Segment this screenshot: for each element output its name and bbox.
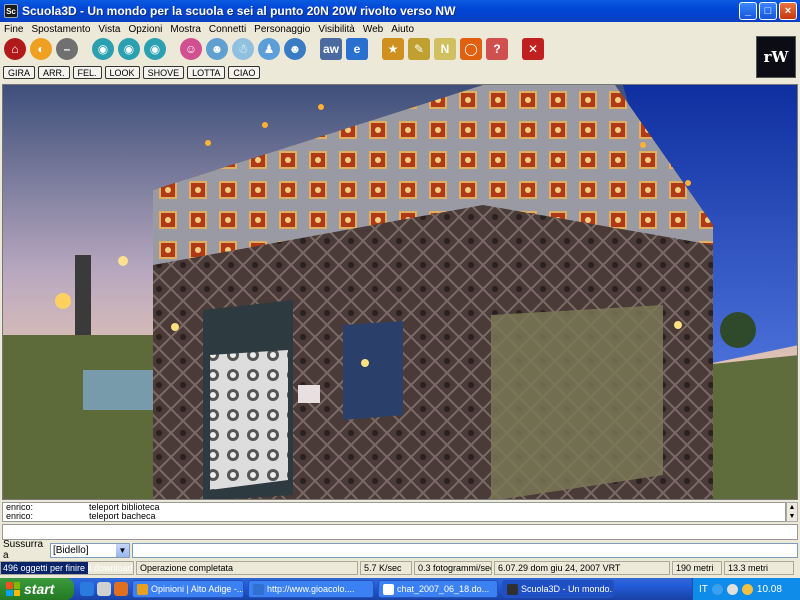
start-button[interactable]: start [0, 578, 74, 600]
download-progress: 496 oggetti per finire il download [0, 561, 134, 575]
document-icon [383, 583, 394, 595]
security-icon[interactable] [741, 583, 753, 595]
toolbar: ⌂ ◐ – ◉ ◉ ◉ ☺ ☻ ☃ ♟ ☻ aw e ★ ✎ N ◯? ✕ [0, 36, 800, 62]
avatar-icon[interactable]: ☻ [206, 38, 228, 60]
status-altitude: 13.3 metri [724, 561, 794, 575]
system-tray: IT 10.08 [692, 578, 800, 600]
status-distance: 190 metri [672, 561, 722, 575]
minimize-button[interactable]: _ [739, 2, 757, 20]
whisper-label: Sussurra a [3, 539, 44, 561]
chevron-down-icon[interactable]: ▼ [116, 543, 129, 557]
chat-scrollbar[interactable]: ▲ ▼ [786, 502, 798, 522]
help-icon[interactable]: ? [486, 38, 508, 60]
task-label: http://www.gioacolo.... [267, 584, 355, 594]
task-opinioni[interactable]: Opinioni | Alto Adige -... [132, 580, 244, 598]
window-title: Scuola3D - Un mondo per la scuola e sei … [22, 4, 456, 18]
group-icon[interactable]: ☻ [284, 38, 306, 60]
task-label: Scuola3D - Un mondo... [521, 584, 614, 594]
book-icon[interactable]: N [434, 38, 456, 60]
whisper-target-value: [Bidello] [53, 544, 89, 556]
app-icon[interactable]: Sc [4, 4, 18, 18]
3d-scene-render [3, 85, 797, 499]
title-bar[interactable]: Sc Scuola3D - Un mondo per la scuola e s… [0, 0, 800, 22]
telescope-icon[interactable]: ★ [382, 38, 404, 60]
maximize-button[interactable]: □ [759, 2, 777, 20]
windows-logo-icon [6, 582, 20, 596]
menu-item-fine[interactable]: Fine [4, 24, 23, 35]
task-label: chat_2007_06_18.do... [397, 584, 490, 594]
ciao-button[interactable]: CIAO [228, 66, 261, 79]
menu-item-mostra[interactable]: Mostra [170, 24, 201, 35]
chat-input[interactable] [2, 524, 798, 540]
pawn-icon[interactable]: ♟ [258, 38, 280, 60]
notes-icon[interactable]: ✎ [408, 38, 430, 60]
task-chat-doc[interactable]: chat_2007_06_18.do... [378, 580, 498, 598]
status-speed: 5.7 K/sec [360, 561, 412, 575]
taskbar: start Opinioni | Alto Adige -... http://… [0, 578, 800, 600]
globe-icon[interactable]: e [346, 38, 368, 60]
chat-log[interactable]: enrico: teleport biblioteca enrico: tele… [2, 502, 786, 522]
menu-item-visibilita[interactable]: Visibilità [318, 24, 355, 35]
menu-item-personaggio[interactable]: Personaggio [254, 24, 310, 35]
menu-item-opzioni[interactable]: Opzioni [128, 24, 162, 35]
menu-item-spostamento[interactable]: Spostamento [31, 24, 90, 35]
menu-item-web[interactable]: Web [363, 24, 383, 35]
look-button[interactable]: LOOK [104, 66, 140, 79]
ie-icon[interactable] [80, 582, 94, 596]
status-fps: 0.3 fotogrammi/sec [414, 561, 492, 575]
arr-button[interactable]: ARR. [38, 66, 70, 79]
gesture-buttons: GIRA ARR. FEL. LOOK SHOVE LOTTA CIAO [3, 66, 261, 79]
fly-icon[interactable]: ◉ [92, 38, 114, 60]
figure-icon[interactable]: ☃ [232, 38, 254, 60]
3d-viewport[interactable] [2, 84, 798, 500]
status-datetime: 6.07.29 dom giu 24, 2007 VRT [494, 561, 670, 575]
world-logo: rW [756, 36, 796, 78]
menu-item-vista[interactable]: Vista [98, 24, 120, 35]
page-icon [137, 583, 148, 595]
app-icon [507, 583, 518, 595]
fel-button[interactable]: FEL. [72, 66, 102, 79]
whisper-target-select[interactable]: [Bidello] ▼ [50, 542, 130, 558]
chat-message: teleport bacheca [89, 511, 156, 521]
whisper-row: Sussurra a [Bidello] ▼ [0, 539, 800, 561]
firefox-icon[interactable] [114, 582, 128, 596]
task-label: Opinioni | Alto Adige -... [151, 584, 244, 594]
scroll-up-icon[interactable]: ▲ [787, 503, 797, 512]
people-icon[interactable]: ☺ [180, 38, 202, 60]
gira-button[interactable]: GIRA [3, 66, 36, 79]
lotta-button[interactable]: LOTTA [187, 66, 226, 79]
task-scuola3d[interactable]: Scuola3D - Un mondo... [502, 580, 614, 598]
quick-launch [80, 582, 128, 596]
task-gioacolo[interactable]: http://www.gioacolo.... [248, 580, 374, 598]
chat-sender: enrico: [6, 511, 34, 521]
shove-button[interactable]: SHOVE [142, 66, 185, 79]
forward-icon[interactable]: ◉ [144, 38, 166, 60]
volume-icon[interactable] [726, 583, 738, 595]
close-button[interactable]: × [779, 2, 797, 20]
status-message: Operazione completata [136, 561, 358, 575]
menu-item-aiuto[interactable]: Aiuto [391, 24, 414, 35]
whisper-input[interactable] [132, 542, 798, 558]
status-bar: 496 oggetti per finire il download Opera… [0, 560, 800, 576]
start-label: start [24, 581, 55, 597]
menu-bar: Fine Spostamento Vista Opzioni Mostra Co… [0, 22, 800, 36]
walk-icon[interactable]: ◉ [118, 38, 140, 60]
browser-icon [253, 583, 264, 595]
chat-line: enrico: teleport bacheca [3, 512, 785, 521]
scroll-down-icon[interactable]: ▼ [787, 512, 797, 521]
aw-icon[interactable]: aw [320, 38, 342, 60]
back-icon[interactable]: ◐ [30, 38, 52, 60]
network-icon[interactable] [711, 583, 723, 595]
exit-icon[interactable]: ✕ [522, 38, 544, 60]
firefox-icon[interactable]: ◯ [460, 38, 482, 60]
home-icon[interactable]: ⌂ [4, 38, 26, 60]
clock: 10.08 [756, 583, 782, 595]
progress-text: 496 oggetti per finire il download [3, 563, 133, 573]
desktop-icon[interactable] [97, 582, 111, 596]
stop-icon[interactable]: – [56, 38, 78, 60]
menu-item-connetti[interactable]: Connetti [209, 24, 246, 35]
language-indicator[interactable]: IT [699, 584, 708, 595]
